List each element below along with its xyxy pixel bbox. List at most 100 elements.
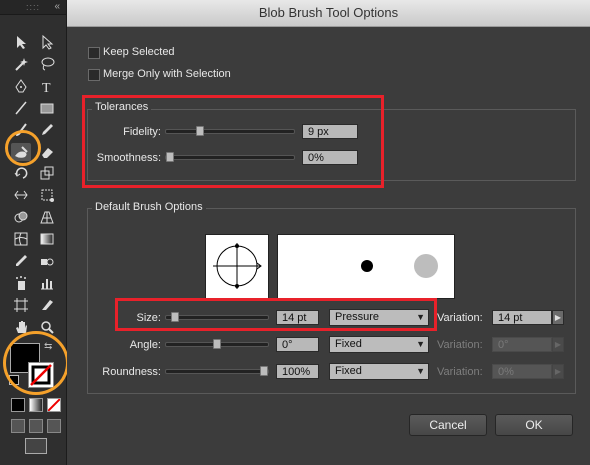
slice-tool-button[interactable] [37, 296, 57, 314]
brush-shape-preview[interactable] [205, 234, 269, 299]
merge-only-label: Merge Only with Selection [103, 68, 231, 80]
size-variation-field[interactable]: 14 pt [492, 310, 552, 325]
line-icon [15, 101, 27, 115]
angle-field[interactable]: 0° [276, 337, 319, 352]
brush-size-dots-icon [361, 254, 438, 278]
rectangle-tool-button[interactable] [37, 99, 57, 117]
perspective-grid-tool-button[interactable] [37, 208, 57, 226]
merge-only-checkbox[interactable] [88, 69, 100, 81]
rotate-tool-button[interactable] [11, 164, 31, 182]
angle-slider[interactable] [165, 339, 269, 349]
eyedropper-tool-button[interactable] [11, 252, 31, 270]
ok-button[interactable]: OK [495, 414, 573, 436]
gradient-mode-button[interactable] [29, 398, 43, 412]
free-transform-icon [41, 189, 54, 203]
screen-mode-button[interactable] [25, 438, 47, 454]
width-tool-button[interactable] [11, 186, 31, 204]
magic-wand-tool-button[interactable] [11, 55, 31, 73]
size-variation-label: Variation: [437, 312, 483, 324]
line-tool-button[interactable] [11, 99, 31, 117]
artboard-tool-button[interactable] [11, 296, 31, 314]
type-icon: T [42, 81, 51, 94]
gradient-tool-button[interactable] [37, 230, 57, 248]
eyedropper-icon [16, 255, 27, 266]
blend-icon [41, 258, 54, 266]
blend-tool-button[interactable] [37, 252, 57, 270]
lasso-icon [41, 57, 55, 71]
shape-builder-icon [14, 211, 28, 223]
roundness-slider-thumb[interactable] [260, 366, 268, 376]
symbol-sprayer-tool-button[interactable] [11, 274, 31, 292]
rotate-icon [14, 167, 28, 180]
mesh-icon [14, 232, 28, 246]
roundness-variation-label: Variation: [437, 366, 483, 378]
highlight-circle-fill-stroke [3, 331, 69, 395]
dialog-title: Blob Brush Tool Options [67, 0, 590, 27]
draw-behind-button[interactable] [29, 419, 43, 433]
tools-panel: :::: « T ⇆ [0, 0, 69, 465]
tools-panel-header[interactable]: :::: « [0, 0, 66, 15]
cancel-button[interactable]: Cancel [409, 414, 487, 436]
roundness-field[interactable]: 100% [276, 364, 319, 379]
angle-slider-thumb[interactable] [213, 339, 221, 349]
shape-builder-tool-button[interactable] [11, 208, 31, 226]
free-transform-tool-button[interactable] [37, 186, 57, 204]
angle-variation-field: 0° [492, 337, 552, 352]
angle-variation-arrow-button: ▶ [552, 337, 564, 352]
direct-selection-icon [42, 34, 54, 50]
perspective-grid-icon [40, 211, 54, 224]
pencil-tool-button[interactable] [37, 121, 57, 139]
angle-variation-label: Variation: [437, 339, 483, 351]
none-icon [47, 398, 61, 412]
pencil-icon [42, 123, 53, 135]
column-graph-tool-button[interactable] [37, 274, 57, 292]
blob-brush-options-dialog: Blob Brush Tool Options Keep Selected Me… [67, 0, 590, 465]
chevron-down-icon: ▼ [416, 339, 425, 349]
brush-options-title: Default Brush Options [92, 201, 206, 213]
scale-tool-button[interactable] [37, 164, 57, 182]
color-mode-button[interactable] [11, 398, 25, 412]
angle-mode-dropdown[interactable]: Fixed ▼ [329, 336, 429, 353]
panel-grip-icon[interactable]: :::: [26, 3, 40, 12]
selection-tool-button[interactable] [11, 33, 31, 51]
highlight-circle-blob-brush [5, 130, 41, 166]
svg-text:T: T [42, 81, 51, 94]
gradient-icon [40, 233, 54, 245]
collapse-panel-button[interactable]: « [54, 1, 60, 12]
mesh-tool-button[interactable] [11, 230, 31, 248]
angle-label: Angle: [129, 339, 161, 351]
none-mode-button[interactable] [47, 398, 61, 412]
roundness-slider[interactable] [165, 366, 269, 376]
brush-size-preview [277, 234, 455, 299]
width-icon [14, 190, 28, 200]
eraser-icon [42, 147, 53, 158]
roundness-variation-arrow-button: ▶ [552, 364, 564, 379]
brush-angle-roundness-icon [213, 243, 262, 289]
size-variation-arrow-button[interactable]: ▶ [552, 310, 564, 325]
angle-mode-value: Fixed [335, 338, 362, 350]
selection-icon [17, 36, 26, 49]
slice-icon [42, 299, 53, 310]
artboard-icon [14, 297, 28, 312]
symbol-sprayer-icon [16, 275, 26, 290]
roundness-mode-dropdown[interactable]: Fixed ▼ [329, 363, 429, 380]
scale-icon [40, 166, 54, 180]
roundness-label: Roundness: [102, 366, 161, 378]
tolerances-highlight-box [82, 95, 384, 188]
magic-wand-icon [15, 57, 28, 71]
pen-icon [15, 78, 27, 93]
type-tool-button[interactable]: T [37, 77, 57, 95]
direct-selection-tool-button[interactable] [37, 33, 57, 51]
lasso-tool-button[interactable] [37, 55, 57, 73]
keep-selected-checkbox[interactable] [88, 47, 100, 59]
size-highlight-box [115, 298, 437, 331]
rectangle-icon [40, 103, 54, 114]
keep-selected-label: Keep Selected [103, 46, 175, 58]
draw-normal-button[interactable] [11, 419, 25, 433]
draw-inside-button[interactable] [47, 419, 61, 433]
chevron-down-icon: ▼ [416, 366, 425, 376]
roundness-variation-field: 0% [492, 364, 552, 379]
roundness-mode-value: Fixed [335, 365, 362, 377]
pen-tool-button[interactable] [11, 77, 31, 95]
column-graph-icon [41, 278, 53, 290]
